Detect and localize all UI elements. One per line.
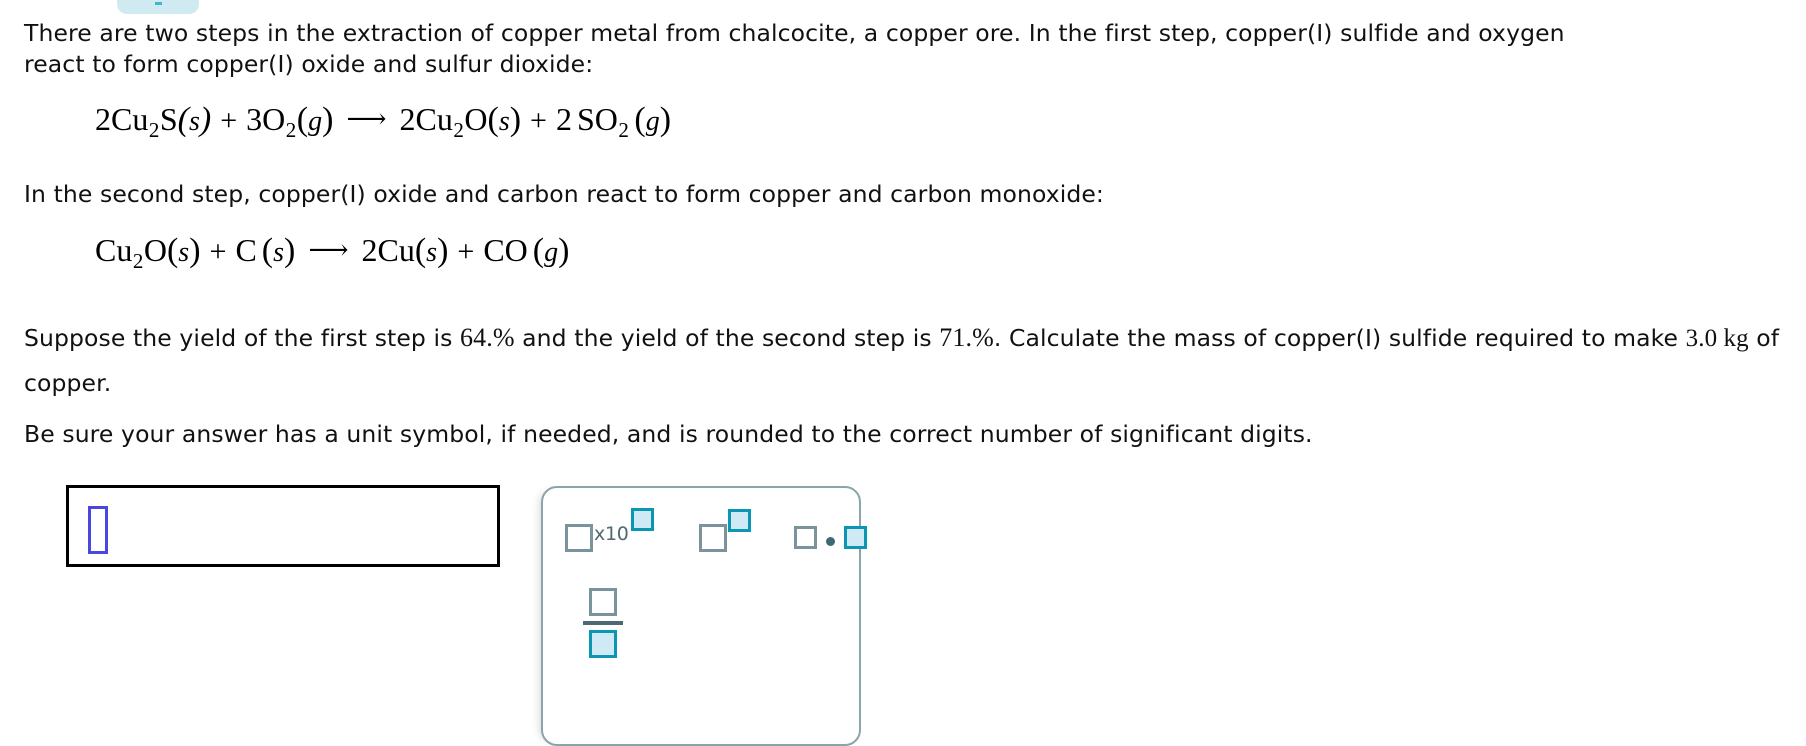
eq2-formula-1b: O <box>143 232 167 268</box>
superscript-box-icon <box>727 509 751 532</box>
suppose-mid-text: and the yield of the second step is <box>514 324 940 352</box>
eq2-plus-2: + <box>457 235 475 268</box>
top-pill-mark <box>155 2 162 5</box>
eq1-plus-1: + <box>220 104 238 137</box>
math-symbol-palette[interactable]: x10 <box>541 486 867 746</box>
equation-second-step: Cu2O(s) + C (s) ⟶ 2Cu(s) + CO (g) <box>95 232 569 274</box>
mass-value: 3.0 kg <box>1685 325 1749 352</box>
empty-box-icon <box>698 524 727 552</box>
eq2-state-1: (s) <box>166 232 201 269</box>
second-step-paragraph: In the second step, copper(I) oxide and … <box>24 180 1104 208</box>
multiply-button[interactable] <box>793 512 867 549</box>
eq1-state-1: (s) <box>177 101 212 138</box>
suppose-suffix-text: . Calculate the mass of copper(I) sulfid… <box>993 324 1686 352</box>
eq1-formula-3b: O <box>464 101 488 137</box>
empty-box-icon <box>565 524 593 552</box>
empty-box-icon <box>793 526 817 549</box>
scientific-notation-button[interactable]: x10 <box>565 508 654 552</box>
answer-input[interactable] <box>66 485 500 567</box>
eq1-formula-3: Cu <box>415 101 453 137</box>
equation-first-step: 2Cu2S(s) +3O2(g) ⟶ 2Cu2O(s) +2 SO2 (g) <box>95 101 671 143</box>
eq2-formula-4: CO <box>483 232 528 268</box>
yield-first-value: 64.% <box>460 323 515 352</box>
eq2-formula-1: Cu <box>95 232 133 268</box>
eq2-plus-1: + <box>209 235 227 268</box>
fraction-button[interactable] <box>583 588 623 658</box>
denominator-box-icon <box>589 630 617 658</box>
eq1-state-3: (s) <box>487 101 522 138</box>
multiply-dot-icon <box>825 537 835 546</box>
eq2-arrow: ⟶ <box>308 235 349 266</box>
suppose-prefix-text: Suppose the yield of the first step is <box>24 324 461 352</box>
palette-row-bottom <box>583 588 623 658</box>
superscript-button[interactable] <box>698 509 751 552</box>
eq2-state-3: (s) <box>414 232 449 269</box>
eq1-arrow: ⟶ <box>346 104 387 135</box>
eq1-coef-4: 2 <box>555 101 572 137</box>
palette-row-top: x10 <box>565 508 867 552</box>
eq2-formula-2: C <box>235 232 257 268</box>
be-sure-paragraph: Be sure your answer has a unit symbol, i… <box>24 420 1313 448</box>
multiplicand-box-icon <box>843 526 867 549</box>
intro-paragraph: There are two steps in the extraction of… <box>24 19 1565 78</box>
eq1-coef-3: 2 <box>399 101 416 137</box>
eq2-state-4: (g) <box>532 232 570 269</box>
suppose-paragraph: Suppose the yield of the first step is 6… <box>24 316 1806 405</box>
eq1-sub-4: 2 <box>618 117 629 142</box>
eq1-formula-1b: S <box>159 101 178 137</box>
fraction-icon <box>583 588 623 658</box>
exponent-box-icon <box>630 508 654 531</box>
numerator-box-icon <box>589 588 617 616</box>
eq1-sub-3: 2 <box>453 117 464 142</box>
eq1-sub-2: 2 <box>285 117 297 142</box>
eq2-state-2: (s) <box>261 232 296 269</box>
eq1-formula-2: O <box>262 101 286 137</box>
eq2-coef-3: 2 <box>361 232 378 268</box>
yield-second-value: 71.% <box>939 323 994 352</box>
eq1-state-4: (g) <box>634 101 672 138</box>
eq1-formula-4: SO <box>576 101 618 137</box>
fraction-bar-icon <box>583 621 623 625</box>
answer-placeholder-cursor <box>88 506 108 554</box>
eq1-coef-1: 2 <box>95 101 111 137</box>
eq1-plus-2: + <box>530 104 547 137</box>
eq1-state-2: (g) <box>296 101 334 138</box>
top-highlight-pill <box>117 0 199 14</box>
eq1-coef-2: 3 <box>246 101 263 137</box>
eq1-sub-1: 2 <box>148 117 160 142</box>
eq1-formula-1: Cu <box>111 101 149 137</box>
scientific-notation-label: x10 <box>594 523 629 545</box>
eq2-formula-3: Cu <box>377 232 415 268</box>
eq2-sub-1: 2 <box>132 248 144 273</box>
